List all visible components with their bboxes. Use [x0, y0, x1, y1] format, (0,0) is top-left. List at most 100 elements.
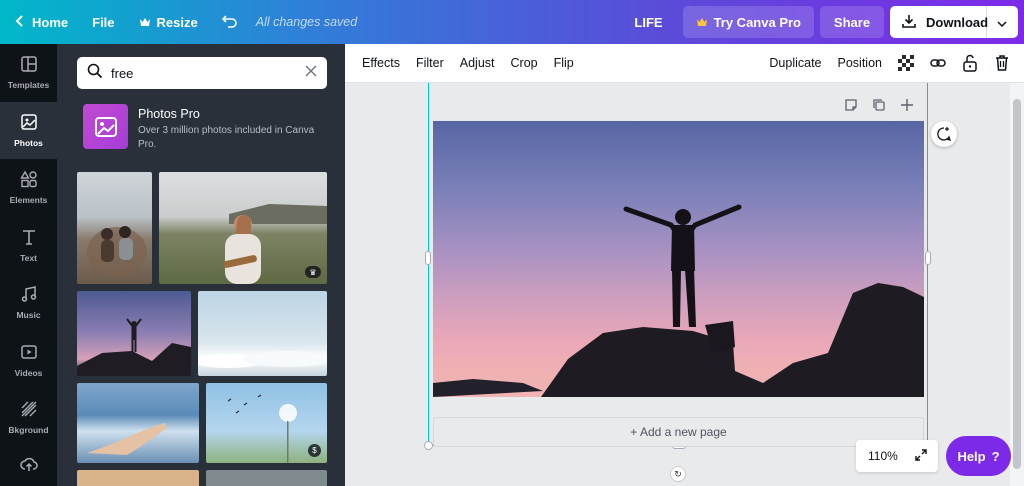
music-icon: [20, 285, 38, 305]
resize-handle-left[interactable]: [425, 251, 431, 265]
question-icon: ?: [991, 448, 1000, 464]
image-toolbar-left: Effects Filter Adjust Crop Flip: [354, 56, 582, 70]
lock-button[interactable]: [954, 47, 986, 79]
paid-dollar-badge: $: [308, 444, 321, 457]
zoom-level[interactable]: 110%: [868, 449, 898, 463]
vertical-scrollbar[interactable]: [1010, 83, 1024, 486]
position-button[interactable]: Position: [830, 56, 890, 70]
image-toolbar-right: Duplicate Position: [761, 47, 1018, 79]
upload-cloud-icon: [19, 455, 38, 475]
clear-search-icon[interactable]: [305, 64, 317, 82]
download-label: Download: [926, 14, 989, 30]
add-new-page-button[interactable]: + Add a new page: [433, 417, 924, 447]
rail-label: Templates: [7, 80, 50, 91]
resize-button[interactable]: Resize: [127, 0, 210, 44]
document-title[interactable]: LIFE: [620, 15, 676, 30]
pro-crown-badge: ♛: [305, 266, 321, 278]
photos-pro-icon: [83, 104, 128, 149]
rail-label: Bkground: [8, 425, 49, 436]
save-status: All changes saved: [255, 15, 358, 29]
photo-thumbnail-woman-ukulele[interactable]: ♛: [159, 172, 327, 284]
rotate-icon: ↻: [674, 468, 682, 479]
rail-label: Text: [20, 252, 37, 263]
photo-thumbnail-partial[interactable]: [77, 470, 199, 486]
rail-item-videos[interactable]: Videos: [0, 332, 57, 390]
duplicate-button[interactable]: Duplicate: [761, 56, 829, 70]
unlock-icon: [963, 54, 977, 72]
delete-button[interactable]: [986, 47, 1018, 79]
resize-label: Resize: [156, 14, 198, 30]
comment-add-icon: [937, 127, 952, 141]
rail-item-text[interactable]: Text: [0, 217, 57, 275]
fullscreen-icon[interactable]: [914, 448, 928, 465]
trash-icon: [996, 55, 1008, 71]
videos-icon: [20, 343, 38, 363]
rail-item-uploads[interactable]: [0, 447, 57, 486]
promo-title: Photos Pro: [138, 107, 200, 121]
download-options-button[interactable]: [987, 6, 1017, 38]
background-icon: [20, 400, 38, 420]
rail-item-music[interactable]: Music: [0, 274, 57, 332]
share-button[interactable]: Share: [820, 6, 884, 38]
add-comment-button[interactable]: [931, 121, 957, 147]
rail-item-elements[interactable]: Elements: [0, 159, 57, 217]
undo-icon: [221, 14, 238, 31]
rotate-handle[interactable]: ↻: [670, 466, 686, 482]
photos-pro-promo[interactable]: Photos Pro Over 3 million photos include…: [83, 104, 333, 152]
chevron-left-icon: [14, 14, 26, 30]
text-icon: [20, 228, 38, 248]
photo-thumbnail-silhouette-sunset[interactable]: [77, 291, 191, 376]
selection-outline: [424, 83, 932, 450]
rail-item-templates[interactable]: Templates: [0, 44, 57, 102]
promo-description: Over 3 million photos included in Canva …: [138, 125, 315, 150]
help-button[interactable]: Help ?: [946, 436, 1011, 476]
search-icon: [87, 63, 103, 84]
transparency-button[interactable]: [890, 47, 922, 79]
link-button[interactable]: [922, 47, 954, 79]
photos-icon: [20, 113, 38, 133]
top-bar: Home File Resize All changes saved LIFE …: [0, 0, 1024, 44]
help-label: Help: [957, 448, 986, 464]
flip-button[interactable]: Flip: [546, 56, 582, 70]
file-menu[interactable]: File: [80, 0, 126, 44]
home-label: Home: [32, 14, 69, 30]
promo-text: Photos Pro Over 3 million photos include…: [138, 104, 333, 152]
rail-item-photos[interactable]: Photos: [0, 101, 57, 159]
photo-thumbnail-clouds[interactable]: [198, 291, 327, 376]
undo-button[interactable]: [210, 0, 250, 44]
download-main[interactable]: Download: [890, 6, 989, 38]
rail-label: Photos: [14, 137, 43, 148]
search-input[interactable]: [111, 65, 305, 81]
templates-icon: [20, 55, 38, 75]
transparency-icon: [898, 55, 914, 71]
photo-thumbnail-partial[interactable]: [206, 470, 327, 486]
resize-handle-bottom-left[interactable]: [424, 441, 433, 450]
photo-thumbnail-hand-sea[interactable]: [77, 383, 199, 463]
elements-icon: [19, 170, 38, 190]
try-pro-button[interactable]: Try Canva Pro: [682, 6, 814, 38]
crop-button[interactable]: Crop: [503, 56, 546, 70]
try-pro-label: Try Canva Pro: [713, 14, 801, 30]
download-icon: [902, 14, 916, 31]
rail-label: Music: [16, 310, 41, 321]
download-button[interactable]: Download: [890, 6, 1018, 38]
photo-thumbnail-dandelion[interactable]: $: [206, 383, 327, 463]
left-rail: Templates Photos Elements Text Music Vid…: [0, 44, 57, 486]
zoom-control[interactable]: 110%: [856, 440, 938, 472]
rail-label: Videos: [14, 367, 43, 378]
filter-button[interactable]: Filter: [408, 56, 452, 70]
chevron-down-icon: [997, 15, 1007, 30]
rail-item-background[interactable]: Bkground: [0, 389, 57, 447]
search-box[interactable]: [77, 57, 327, 89]
scrollbar-thumb[interactable]: [1013, 99, 1021, 469]
image-toolbar: Effects Filter Adjust Crop Flip Duplicat…: [345, 44, 1024, 83]
photos-panel: Photos Pro Over 3 million photos include…: [57, 44, 345, 486]
adjust-button[interactable]: Adjust: [452, 56, 503, 70]
home-button[interactable]: Home: [0, 0, 80, 44]
link-icon: [930, 59, 946, 67]
effects-button[interactable]: Effects: [354, 56, 408, 70]
resize-handle-right[interactable]: [925, 251, 931, 265]
rail-label: Elements: [9, 195, 48, 206]
photo-thumbnail-friends-beach[interactable]: [77, 172, 152, 284]
crown-icon: [696, 15, 708, 30]
